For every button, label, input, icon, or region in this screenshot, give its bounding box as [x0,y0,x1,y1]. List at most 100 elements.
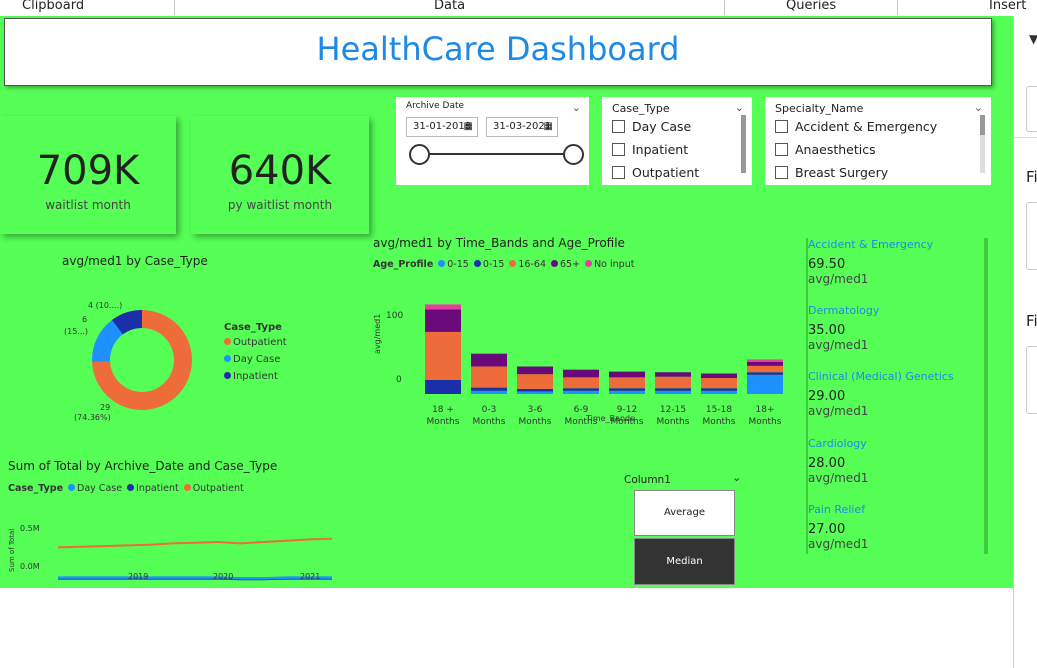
checkbox[interactable] [775,166,788,179]
calendar-icon[interactable]: ▦ [544,118,553,136]
checkbox[interactable] [612,143,625,156]
chevron-down-icon[interactable]: ⌄ [572,101,581,114]
filter-icon[interactable]: ▼ [1029,32,1037,46]
bar-segment[interactable] [701,373,737,378]
bar-segment[interactable] [517,391,553,394]
start-date-input[interactable]: 31-01-2018 ▦ [406,117,478,137]
bar-segment[interactable] [655,372,691,377]
checkbox[interactable] [775,143,788,156]
chevron-down-icon[interactable]: ⌄ [735,101,744,114]
chevron-down-icon[interactable]: ⌄ [974,101,983,114]
bar-segment[interactable] [471,387,507,391]
specialty-card[interactable]: Pain Relief 27.00 avg/med1 [808,503,978,551]
card-name: Accident & Emergency [808,238,934,251]
bar-segment[interactable] [747,374,783,394]
bar-segment[interactable] [747,359,783,362]
scrollbar[interactable] [741,115,746,173]
legend-item[interactable]: 0-15 [438,259,469,270]
bar-segment[interactable] [609,371,645,378]
legend-item[interactable]: Inpatient [224,371,287,382]
bar-segment[interactable] [655,390,691,394]
end-date-input[interactable]: 31-03-2021 ▦ [486,117,558,137]
filter-box[interactable] [1026,346,1037,414]
line-series-day-case[interactable] [58,576,332,580]
bar-segment[interactable] [517,366,553,375]
bar-segment[interactable] [563,369,599,378]
bar-segment[interactable] [655,388,691,391]
scrollbar[interactable] [980,115,985,173]
legend-title: Case_Type [224,322,282,333]
stacked-bar-chart[interactable]: avg/med1 100 0 18 + Months 0-3 Months 3-6 Mon… [366,274,796,424]
specialty-card[interactable]: Clinical (Medical) Genetics 29.00 avg/med1 [808,370,978,418]
bar-segment[interactable] [471,353,507,367]
bar-segment[interactable] [471,390,507,394]
checkbox[interactable] [612,166,625,179]
median-button[interactable]: Median [634,538,735,585]
checkbox[interactable] [612,120,625,133]
legend-label: Inpatient [136,483,179,494]
archive-date-slicer[interactable]: Archive Date ⌄ 31-01-2018 ▦ 31-03-2021 ▦ [396,97,589,185]
specialty-card[interactable]: Accident & Emergency 69.50 avg/med1 [808,238,978,286]
ribbon-bar: Clipboard Data Queries Insert [0,0,1037,17]
line-chart[interactable]: Sum of Total 0.5M 0.0M 2019 2020 2021 [4,504,340,588]
bar-segment[interactable] [701,388,737,391]
donut-chart[interactable]: 4 (10....) 6 (15...) 29 (74.36%) [60,296,200,426]
bar-segment[interactable] [747,362,783,366]
kpi-label: py waitlist month [227,198,333,212]
slicer-option[interactable]: Day Case [612,115,752,138]
calendar-icon[interactable]: ▦ [464,118,473,136]
case-type-slicer[interactable]: Case_Type ⌄ Day Case Inpatient Outpatien… [602,97,752,185]
legend-item[interactable]: 0-15 [473,259,504,270]
legend-item[interactable]: 16-64 [509,259,546,270]
bar-segment[interactable] [747,365,783,373]
line-series-outpatient[interactable] [57,537,333,549]
kpi-card-py-waitlist[interactable]: 640K py waitlist month [191,116,369,234]
bar-segment[interactable] [425,309,461,332]
bar-segment[interactable] [609,377,645,389]
filter-box[interactable] [1026,86,1037,132]
bar-segment[interactable] [701,390,737,394]
bar-segment[interactable] [701,378,737,389]
ribbon-queries[interactable]: Queries [786,0,836,13]
kpi-card-waitlist[interactable]: 709K waitlist month [0,116,176,234]
legend-item[interactable]: Day Case [68,483,122,494]
bar-segment[interactable] [609,388,645,391]
slicer-option[interactable]: Inpatient [612,138,752,161]
cards-scrollbar[interactable] [984,238,988,554]
ribbon-clipboard[interactable]: Clipboard [22,0,84,13]
slicer-option[interactable]: Anaesthetics [775,138,991,161]
bar-segment[interactable] [517,388,553,392]
average-button[interactable]: Average [634,490,735,536]
slicer-option[interactable]: Accident & Emergency [775,115,991,138]
specialty-slicer[interactable]: Specialty_Name ⌄ Accident & Emergency An… [765,97,991,185]
range-start-handle[interactable] [409,144,430,165]
legend-item[interactable]: Inpatient [127,483,179,494]
bar-segment[interactable] [747,372,783,375]
bar-segment[interactable] [471,366,507,388]
checkbox[interactable] [775,120,788,133]
ribbon-insert[interactable]: Insert [989,0,1026,13]
slicer-option[interactable]: Breast Surgery [775,161,991,184]
legend-item[interactable]: Day Case [224,354,287,365]
ribbon-data[interactable]: Data [434,0,465,13]
chevron-down-icon[interactable]: ⌄ [732,471,741,484]
legend-item[interactable]: Outpatient [224,337,287,348]
bar-segment[interactable] [563,390,599,394]
bar-segment[interactable] [563,388,599,391]
legend-item[interactable]: No input [585,259,634,270]
filter-box[interactable] [1026,202,1037,270]
specialty-card[interactable]: Dermatology 35.00 avg/med1 [808,304,978,352]
slicer-option[interactable]: Outpatient [612,161,752,184]
bar-segment[interactable] [563,377,599,389]
bar-segment[interactable] [655,376,691,389]
bar-segment[interactable] [425,331,461,380]
bar-segment[interactable] [425,379,461,394]
bar-segment[interactable] [609,390,645,394]
donut-title: avg/med1 by Case_Type [62,254,208,268]
specialty-card[interactable]: Cardiology 28.00 avg/med1 [808,437,978,485]
range-end-handle[interactable] [563,144,584,165]
bar-segment[interactable] [517,374,553,389]
legend-item[interactable]: Outpatient [183,483,244,494]
bar-segment[interactable] [425,304,461,310]
legend-item[interactable]: 65+ [551,259,580,270]
